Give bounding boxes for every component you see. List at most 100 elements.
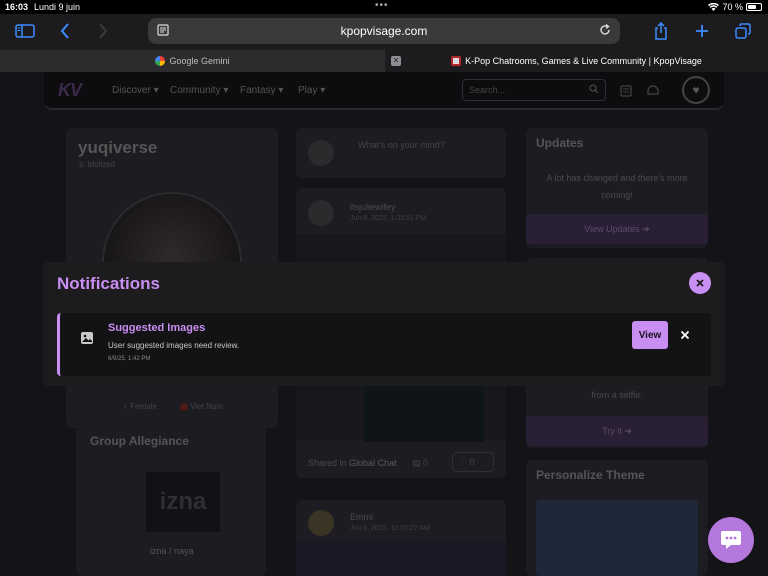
nav-discover[interactable]: Discover ▾	[112, 85, 159, 96]
search-placeholder: Search...	[469, 85, 506, 95]
battery-percent: 70 %	[722, 2, 743, 12]
shared-in-label: Shared in	[308, 458, 347, 468]
shared-room-link[interactable]: Global Chat	[349, 458, 397, 468]
status-right: 70 %	[708, 2, 762, 12]
updates-card: Updates A lot has changed and there's mo…	[526, 128, 708, 248]
address-bar[interactable]: kpopvisage.com	[148, 18, 620, 44]
try-it-label: Try it	[602, 426, 622, 436]
group-logo[interactable]: izna	[146, 472, 220, 532]
tab-bar: Google Gemini ✕ K-Pop Chatrooms, Games &…	[0, 50, 768, 72]
sidebar-icon[interactable]	[14, 20, 36, 42]
close-tab-icon[interactable]: ✕	[391, 56, 401, 66]
image-icon	[81, 332, 93, 344]
profile-rank: ♕ Idolized	[78, 160, 115, 169]
comment-count[interactable]: ▤ 0	[412, 458, 428, 469]
theme-image[interactable]	[536, 500, 698, 576]
back-icon[interactable]	[56, 20, 74, 42]
compose-card[interactable]: What's on your mind?	[296, 128, 506, 178]
group-allegiance-card: Group Allegiance izna izna / naya	[76, 426, 266, 576]
updates-title: Updates	[536, 136, 584, 150]
notifications-modal: Notifications Suggested Images User sugg…	[43, 262, 725, 386]
site-search-input[interactable]: Search...	[462, 79, 606, 101]
like-heart-icon: ♡	[459, 457, 470, 467]
comment-icon: ▤	[412, 458, 424, 468]
site-nav: KV Discover ▾ Community ▾ Fantasy ▾ Play…	[44, 72, 724, 110]
battery-fill	[748, 5, 757, 9]
comment-count-value: 0	[423, 458, 429, 468]
reload-icon[interactable]	[598, 23, 612, 42]
new-tab-icon[interactable]	[693, 20, 711, 42]
close-icon	[696, 279, 704, 287]
ios-status-bar: 16:03 Lundi 9 juin ••• 70 %	[0, 0, 768, 14]
kpopvisage-favicon-icon	[451, 56, 462, 66]
group-logo-text: izna	[159, 488, 207, 515]
notification-time: 6/9/25, 1:42 PM	[108, 356, 151, 362]
personalize-theme-card: Personalize Theme	[526, 460, 708, 576]
nav-label: Play	[298, 85, 318, 96]
post-card-2: Emmi Jun 8, 2025, 10:03:27 AM	[296, 500, 506, 576]
tab-label: K-Pop Chatrooms, Games & Live Community …	[465, 56, 702, 66]
try-it-button[interactable]: Try it ➜	[526, 416, 708, 446]
like-count: 0	[469, 457, 475, 467]
profile-username: yuqiverse	[78, 138, 158, 157]
arrow-right-icon: ➜	[624, 425, 632, 436]
tabs-icon[interactable]	[734, 20, 752, 42]
dismiss-notification-button[interactable]	[678, 328, 692, 342]
more-dots-icon[interactable]: •••	[375, 0, 389, 11]
modal-title: Notifications	[57, 274, 160, 293]
personalize-theme-title: Personalize Theme	[536, 468, 645, 482]
compose-avatar	[308, 140, 334, 166]
profile-country: Viet Nam	[180, 402, 223, 411]
status-date: Lundi 9 juin	[34, 2, 81, 12]
notifications-bell-icon[interactable]	[646, 84, 660, 102]
notification-title: Suggested Images	[108, 322, 206, 334]
user-menu-button[interactable]: ♥	[682, 76, 710, 104]
post-author[interactable]: itsjuliewifey	[350, 202, 396, 212]
rank-icon: ♕	[78, 160, 88, 169]
nav-community[interactable]: Community ▾	[170, 85, 228, 96]
forward-icon[interactable]	[94, 20, 112, 42]
browser-toolbar: kpopvisage.com	[0, 14, 768, 50]
updates-text: A lot has changed and there's more comin…	[546, 173, 688, 200]
close-modal-button[interactable]	[689, 272, 711, 294]
notification-description: User suggested images need review.	[108, 341, 240, 350]
nav-play[interactable]: Play ▾	[298, 85, 325, 96]
like-button[interactable]: ♡ 0	[452, 452, 494, 472]
tab-google-gemini[interactable]: Google Gemini	[0, 50, 385, 72]
tab-kpopvisage[interactable]: ✕ K-Pop Chatrooms, Games & Live Communit…	[385, 50, 768, 72]
post-time: Jun 8, 2025, 10:03:27 AM	[350, 525, 430, 532]
site-logo[interactable]: KV	[58, 80, 82, 101]
battery-icon	[746, 3, 762, 11]
close-icon	[680, 330, 690, 340]
post-image-inset	[364, 386, 484, 442]
profile-country-label: Viet Nam	[190, 402, 223, 411]
post-time: Jun 8, 2025, 1:33:51 PM	[350, 215, 427, 222]
view-button[interactable]: View	[632, 321, 668, 349]
view-updates-label: View Updates	[584, 224, 640, 234]
view-updates-button[interactable]: View Updates ➜	[526, 214, 708, 244]
post-image[interactable]	[296, 542, 506, 576]
feature-text: from a selfie.	[591, 390, 643, 400]
notification-item: Suggested Images User suggested images n…	[57, 313, 711, 376]
url-text: kpopvisage.com	[340, 24, 428, 38]
group-caption: izna / naya	[150, 546, 194, 556]
chat-fab-button[interactable]	[708, 517, 754, 563]
tab-label: Google Gemini	[169, 56, 230, 66]
nav-fantasy[interactable]: Fantasy ▾	[240, 85, 283, 96]
arrow-right-icon: ➜	[642, 223, 650, 234]
nav-label: Community	[170, 85, 221, 96]
heart-icon: ♥	[692, 83, 700, 97]
nav-label: Fantasy	[240, 85, 276, 96]
post-avatar[interactable]	[308, 200, 334, 226]
profile-gender-label: Female	[130, 402, 157, 411]
message-icon[interactable]	[620, 84, 632, 102]
wifi-icon	[708, 3, 720, 11]
search-icon	[589, 84, 599, 96]
share-icon[interactable]	[652, 20, 670, 42]
post-avatar[interactable]	[308, 510, 334, 536]
profile-gender: ♀ Female	[122, 402, 157, 411]
post-author[interactable]: Emmi	[350, 512, 373, 522]
post-shared-in: Shared in Global Chat	[308, 458, 397, 468]
compose-placeholder: What's on your mind?	[358, 140, 445, 150]
nav-label: Discover	[112, 85, 151, 96]
